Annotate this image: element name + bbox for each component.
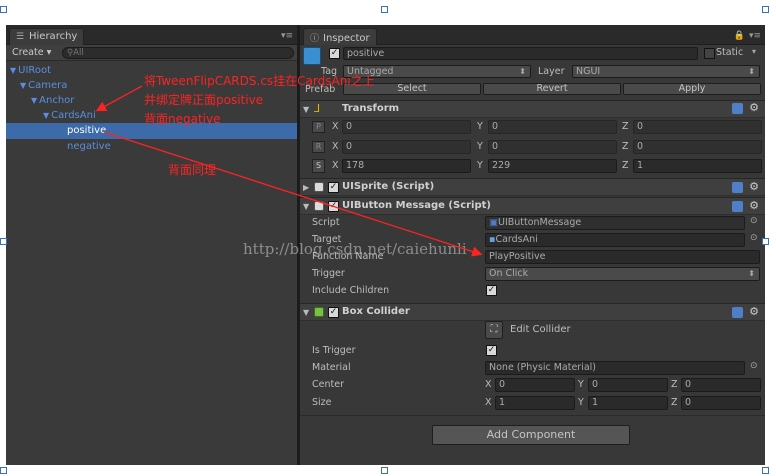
resize-handle-bottom-center[interactable]	[381, 467, 388, 474]
arrow-to-function-name	[103, 131, 483, 257]
annotation-arrows	[95, 85, 483, 257]
resize-handle-mid-left[interactable]	[0, 238, 7, 245]
resize-handle-mid-right[interactable]	[762, 238, 769, 245]
resize-handle-top-center[interactable]	[381, 6, 388, 13]
resize-handle-bottom-right[interactable]	[762, 467, 769, 474]
arrow-to-cardsani	[95, 85, 143, 112]
resize-handle-bottom-left[interactable]	[0, 467, 7, 474]
resize-handle-top-left[interactable]	[0, 6, 7, 13]
resize-handle-top-right[interactable]	[762, 6, 769, 13]
